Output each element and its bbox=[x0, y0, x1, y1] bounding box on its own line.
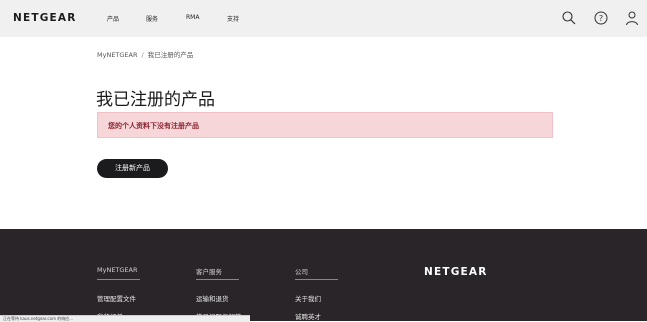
page-title: 我已注册的产品 bbox=[96, 90, 215, 110]
top-header: NETGEAR 产品 服务 RMA 支持 ? bbox=[0, 0, 647, 37]
svg-text:?: ? bbox=[599, 14, 603, 23]
footer-link-careers[interactable]: 诚聘英才 bbox=[295, 311, 321, 321]
no-products-alert: 您的个人资料下没有注册产品 bbox=[97, 112, 553, 138]
help-icon[interactable]: ? bbox=[593, 10, 609, 26]
footer-divider bbox=[295, 279, 338, 280]
netgear-logo[interactable]: NETGEAR bbox=[13, 12, 77, 24]
footer-link-shipping-returns[interactable]: 运输和退货 bbox=[196, 293, 229, 303]
nav-services[interactable]: 服务 bbox=[146, 14, 158, 23]
nav-support[interactable]: 支持 bbox=[227, 14, 239, 23]
nav-products[interactable]: 产品 bbox=[107, 14, 119, 23]
breadcrumb-separator: / bbox=[141, 51, 144, 59]
breadcrumb-current: 我已注册的产品 bbox=[147, 51, 194, 59]
user-icon[interactable] bbox=[624, 10, 640, 26]
status-text: 正在等待 kaus.netgear.com 的响应… bbox=[3, 316, 74, 321]
footer-heading-mynetgear: MyNETGEAR bbox=[97, 266, 138, 274]
footer-divider bbox=[196, 279, 239, 280]
footer-link-manage-profile[interactable]: 管理配置文件 bbox=[97, 293, 136, 303]
nav-rma[interactable]: RMA bbox=[186, 14, 199, 21]
alert-message: 您的个人资料下没有注册产品 bbox=[108, 122, 199, 130]
footer-divider bbox=[97, 279, 140, 280]
footer: MyNETGEAR 管理配置文件 我的订单 客户服务 运输和退货 常见问题与解答… bbox=[0, 229, 647, 321]
footer-heading-customer-service: 客户服务 bbox=[196, 268, 222, 276]
footer-link-about-us[interactable]: 关于我们 bbox=[295, 293, 321, 303]
breadcrumb-home[interactable]: MyNETGEAR bbox=[97, 51, 138, 59]
footer-heading-company: 公司 bbox=[295, 268, 308, 276]
search-icon[interactable] bbox=[561, 10, 577, 26]
register-product-button[interactable]: 注册新产品 bbox=[97, 159, 168, 178]
footer-netgear-logo[interactable]: NETGEAR bbox=[424, 266, 488, 278]
breadcrumb: MyNETGEAR / 我已注册的产品 bbox=[97, 49, 193, 59]
